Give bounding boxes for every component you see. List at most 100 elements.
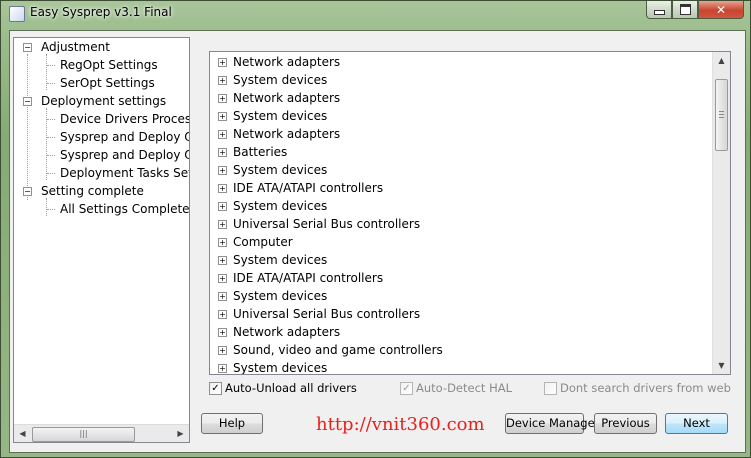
- checkbox-label: Dont search drivers from web: [560, 381, 731, 395]
- expand-icon[interactable]: +: [218, 76, 227, 85]
- vertical-scrollbar[interactable]: ▲ ▼: [712, 52, 730, 374]
- expand-icon[interactable]: +: [218, 202, 227, 211]
- device-category-label: Batteries: [233, 145, 288, 159]
- device-category-label: Computer: [233, 235, 293, 249]
- tree-line: [47, 173, 55, 174]
- tree-line: [47, 65, 55, 66]
- grip-line: [719, 117, 724, 118]
- tree-item-label: Sysprep and Deploy Options: [60, 148, 189, 162]
- device-category-label: Network adapters: [233, 91, 341, 105]
- device-manager-button[interactable]: Device Manager: [505, 413, 599, 434]
- grip-icon: |||: [79, 429, 88, 438]
- tree-item-label: Sysprep and Deploy Options: [60, 130, 189, 144]
- scrollbar-thumb[interactable]: |||: [32, 427, 135, 442]
- help-button[interactable]: Help: [201, 413, 263, 434]
- expand-icon[interactable]: +: [218, 310, 227, 319]
- device-category-label: Universal Serial Bus controllers: [233, 307, 421, 321]
- expand-icon[interactable]: +: [218, 58, 227, 67]
- device-category-label: Universal Serial Bus controllers: [233, 217, 421, 231]
- device-category-label: System devices: [233, 163, 328, 177]
- tree-line: [27, 54, 28, 200]
- collapse-icon[interactable]: −: [23, 97, 32, 106]
- tree-group-setting-complete[interactable]: − Setting complete: [14, 182, 189, 200]
- device-tree: + Network adapters + System devices + Netwo…: [209, 51, 731, 375]
- expand-icon[interactable]: +: [218, 94, 227, 103]
- expand-icon[interactable]: +: [218, 184, 227, 193]
- maximize-icon: [679, 4, 691, 15]
- device-category-label: Network adapters: [233, 127, 341, 141]
- tree-line: [47, 119, 55, 120]
- window-title: Easy Sysprep v3.1 Final: [30, 5, 172, 19]
- device-category-label: System devices: [233, 289, 328, 303]
- tree-item-label: All Settings Complete: [60, 202, 190, 216]
- device-category-label: System devices: [233, 73, 328, 87]
- collapse-icon[interactable]: −: [23, 187, 32, 196]
- tree-group-label: Adjustment: [41, 40, 110, 54]
- previous-button[interactable]: Previous: [594, 413, 657, 434]
- expand-icon[interactable]: +: [218, 292, 227, 301]
- scrollbar-thumb[interactable]: [715, 79, 728, 151]
- device-category-label: IDE ATA/ATAPI controllers: [233, 271, 384, 285]
- auto-unload-checkbox[interactable]: ✓ Auto-Unload all drivers: [209, 380, 389, 396]
- device-category-label: System devices: [233, 109, 328, 123]
- device-category-label: System devices: [233, 199, 328, 213]
- grip-line: [719, 111, 724, 112]
- title-bar[interactable]: Easy Sysprep v3.1 Final ✕: [1, 1, 751, 31]
- expand-icon[interactable]: +: [218, 112, 227, 121]
- device-category-label: Sound, video and game controllers: [233, 343, 443, 357]
- tree-item-label: Device Drivers Processing: [60, 112, 189, 126]
- app-window: Easy Sysprep v3.1 Final ✕ − Adjustment R…: [0, 0, 751, 458]
- tree-group-deployment[interactable]: − Deployment settings: [14, 92, 189, 110]
- expand-icon[interactable]: +: [218, 274, 227, 283]
- close-icon: ✕: [715, 2, 727, 17]
- close-button[interactable]: ✕: [698, 1, 744, 19]
- tree-line: [47, 209, 55, 210]
- device-category-label: System devices: [233, 361, 328, 375]
- checkbox-unchecked-icon: [544, 382, 557, 395]
- tree-line: [46, 54, 47, 90]
- device-category-label: Network adapters: [233, 325, 341, 339]
- tree-line: [47, 137, 55, 138]
- tree-line: [46, 198, 47, 216]
- minimize-button[interactable]: [646, 1, 672, 19]
- device-category-label: Network adapters: [233, 55, 341, 69]
- expand-icon[interactable]: +: [218, 166, 227, 175]
- device-category-label: IDE ATA/ATAPI controllers: [233, 181, 384, 195]
- tree-line: [47, 83, 55, 84]
- expand-icon[interactable]: +: [218, 130, 227, 139]
- next-button[interactable]: Next: [665, 413, 728, 434]
- horizontal-scrollbar[interactable]: ◀ ||| ▶: [14, 424, 189, 442]
- expand-icon[interactable]: +: [218, 364, 227, 373]
- tree-line: [47, 155, 55, 156]
- checkbox-label: Auto-Detect HAL: [416, 381, 512, 395]
- settings-tree: − Adjustment RegOpt Settings SerOpt Sett…: [13, 37, 190, 443]
- expand-icon[interactable]: +: [218, 148, 227, 157]
- scroll-down-icon[interactable]: ▼: [713, 357, 730, 374]
- client-area: − Adjustment RegOpt Settings SerOpt Sett…: [9, 30, 746, 453]
- expand-icon[interactable]: +: [218, 238, 227, 247]
- checkbox-label: Auto-Unload all drivers: [225, 381, 357, 395]
- scroll-up-icon[interactable]: ▲: [713, 52, 730, 69]
- expand-icon[interactable]: +: [218, 346, 227, 355]
- tree-item-label: SerOpt Settings: [60, 76, 155, 90]
- expand-icon[interactable]: +: [218, 220, 227, 229]
- scroll-right-icon[interactable]: ▶: [172, 425, 189, 442]
- expand-icon[interactable]: +: [218, 328, 227, 337]
- checkbox-checked-icon: ✓: [400, 382, 413, 395]
- watermark-text: http://vnit360.com: [316, 414, 485, 435]
- scroll-left-icon[interactable]: ◀: [14, 425, 31, 442]
- dont-search-web-checkbox: Dont search drivers from web: [544, 380, 734, 396]
- tree-group-label: Setting complete: [41, 184, 144, 198]
- collapse-icon[interactable]: −: [23, 43, 32, 52]
- tree-group-adjustment[interactable]: − Adjustment: [14, 38, 189, 56]
- tree-item-label: RegOpt Settings: [60, 58, 158, 72]
- minimize-icon: [653, 10, 665, 15]
- app-icon: [9, 6, 25, 22]
- tree-group-label: Deployment settings: [41, 94, 167, 108]
- device-category-label: System devices: [233, 253, 328, 267]
- maximize-button[interactable]: [672, 1, 698, 19]
- grip-line: [719, 114, 724, 115]
- auto-detect-hal-checkbox: ✓ Auto-Detect HAL: [400, 380, 520, 396]
- checkbox-checked-icon[interactable]: ✓: [209, 382, 222, 395]
- expand-icon[interactable]: +: [218, 256, 227, 265]
